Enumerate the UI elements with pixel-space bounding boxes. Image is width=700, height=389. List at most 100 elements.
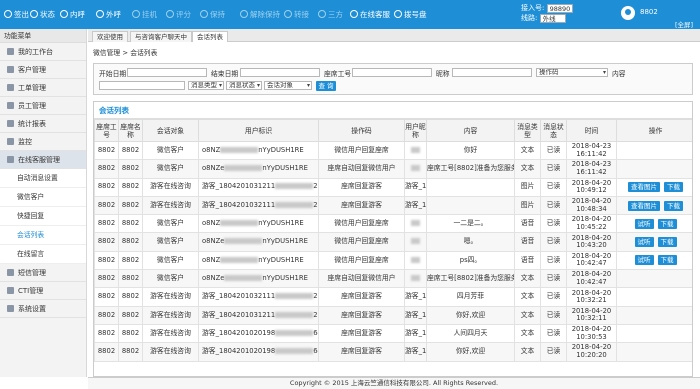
- table-header: 会话对象: [142, 119, 199, 142]
- content-cell: ps四。: [426, 250, 515, 271]
- download-button[interactable]: 下载: [664, 182, 683, 193]
- listen-button[interactable]: 试听: [634, 237, 654, 248]
- fullscreen-button[interactable]: [全屏]: [675, 19, 693, 29]
- sidebar-item-staff[interactable]: 员工管理: [0, 97, 86, 115]
- user-id-prefix: 游客_1804201020198: [202, 328, 276, 337]
- sidebar-item-ticket[interactable]: 工单管理: [0, 79, 86, 97]
- content-cell: 人间四月天: [426, 323, 515, 344]
- sidebar-item-online-service-mgmt[interactable]: 在线客服管理: [0, 151, 86, 169]
- download-button[interactable]: 下载: [664, 200, 683, 211]
- nickname-label: 昵称: [436, 70, 450, 78]
- action-code-cell: 微信用户回复座席: [318, 250, 405, 271]
- user-id-cell: 游客_1804201020198 64: [198, 342, 319, 362]
- table-cell: 8802: [94, 342, 119, 362]
- download-button[interactable]: 下载: [657, 218, 677, 229]
- toolbar-unhold-button[interactable]: 解除保持: [240, 9, 280, 21]
- download-button[interactable]: 下载: [657, 255, 677, 266]
- toolbar-three-way-button[interactable]: 三方: [318, 9, 343, 21]
- search-button[interactable]: 查 询: [316, 81, 336, 91]
- toolbar-dialpad-button[interactable]: 拨号盘: [394, 9, 427, 21]
- table-cell: 8802: [118, 323, 143, 344]
- user-avatar-icon[interactable]: [621, 6, 635, 20]
- user-id-prefix: 游客_1804201031211: [202, 182, 276, 191]
- time-cell: 2018-04-20 10:42:47: [566, 250, 617, 271]
- user-id-cell: o8NZe nYyDUSH1RE: [198, 232, 319, 252]
- sidebar-subitem[interactable]: 在线留言: [0, 245, 86, 264]
- toolbar-user-status-button[interactable]: 状态: [30, 9, 55, 21]
- content-input[interactable]: [99, 81, 185, 90]
- message-type-select[interactable]: 消息类型: [188, 81, 224, 90]
- message-status-cell: 已读: [540, 305, 567, 325]
- start-date-input[interactable]: [127, 68, 207, 77]
- table-header: 用户昵称: [404, 119, 427, 142]
- table-cell: 8802: [118, 140, 143, 161]
- user-id-cell: o8NZ nYyDUSH1RE: [198, 250, 319, 271]
- toolbar-hold-button[interactable]: 保持: [200, 9, 225, 21]
- sidebar-subitem[interactable]: 微信客户: [0, 188, 86, 207]
- listen-button[interactable]: 试听: [634, 255, 654, 266]
- toolbar-label: 状态: [40, 10, 55, 19]
- user-name[interactable]: 8802: [640, 8, 658, 16]
- session-table: 座席工号 座席名称 会话对象 用户标识 操作码 用户昵称 内容 消息类型 消息状态 时间 操作 88…: [94, 119, 692, 362]
- toolbar-rating-button[interactable]: 评分: [166, 9, 191, 21]
- nickname-cell: 游客_18: [404, 177, 427, 197]
- sidebar-subitem[interactable]: 会话列表: [0, 226, 86, 245]
- action-code-cell: 微信用户回复座席: [318, 140, 405, 161]
- table-cell: 8802: [118, 342, 143, 362]
- agent-id-input[interactable]: [352, 68, 432, 77]
- user-id-prefix: 游客_1804201031211: [202, 310, 276, 319]
- extension-select[interactable]: 98890: [546, 3, 573, 13]
- message-status-select[interactable]: 消息状态: [226, 81, 262, 90]
- content-cell: 你好: [426, 140, 515, 161]
- sidebar-item-report[interactable]: 统计报表: [0, 115, 86, 133]
- sidebar-subitem[interactable]: 自动消息设置: [0, 169, 86, 188]
- sidebar-item-label: 系统设置: [18, 305, 46, 313]
- sidebar-title: 功能菜单: [0, 29, 86, 43]
- action-code-select[interactable]: 操作码: [536, 68, 608, 77]
- toolbar-online-service-button[interactable]: 在线客服: [350, 9, 390, 21]
- toolbar-internal-call-button[interactable]: 内呼: [60, 9, 85, 21]
- toolbar-hangup-button[interactable]: 挂机: [132, 9, 157, 21]
- tab-bar: 欢迎使用 与咨询客户聊天中 会话列表: [88, 29, 700, 42]
- nickname-input[interactable]: [452, 68, 532, 77]
- tab-item[interactable]: 与咨询客户聊天中: [130, 31, 192, 42]
- table-cell: 8802: [118, 287, 143, 307]
- user-id-cell: o8NZ nYyDUSH1RE: [198, 140, 319, 161]
- filter-panel: 开始日期 结束日期 座席工号 昵称 操作码 内容 消息类型 消息状态 会话对象 …: [93, 63, 693, 95]
- sidebar-item-settings[interactable]: 系统设置: [0, 300, 86, 318]
- end-date-input[interactable]: [240, 68, 320, 77]
- user-id-suffix: 26: [313, 310, 318, 319]
- sidebar-item-sms[interactable]: 短信管理: [0, 264, 86, 282]
- toolbar-label: 外呼: [106, 10, 121, 19]
- download-button[interactable]: 下载: [657, 237, 677, 248]
- sidebar-item-customer[interactable]: 客户管理: [0, 61, 86, 79]
- line-select[interactable]: 外线: [539, 13, 566, 23]
- ticket-icon: [7, 84, 14, 91]
- sidebar-item-monitor[interactable]: 监控: [0, 133, 86, 151]
- sidebar-item-cti[interactable]: CTI管理: [0, 282, 86, 300]
- view-image-button[interactable]: 查看图片: [628, 200, 660, 211]
- toolbar-transfer-button[interactable]: 转接: [284, 9, 309, 21]
- session-list-panel: 会话列表 座席工号 座席名称 会话对象 用户标识 操作码 用户昵称 内容 消息类型 消息状态 时间…: [93, 101, 693, 377]
- toolbar-label: 保持: [210, 10, 225, 19]
- table-header: 消息类型: [514, 119, 541, 142]
- table-header: 操作码: [318, 119, 405, 142]
- sidebar-subitem[interactable]: 快捷回复: [0, 207, 86, 226]
- sidebar-item-workbench[interactable]: 我的工作台: [0, 43, 86, 61]
- action-code-cell: 座席回复游客: [318, 177, 405, 197]
- tab-item[interactable]: 会话列表: [192, 31, 228, 42]
- toolbar-outbound-call-button[interactable]: 外呼: [96, 9, 121, 21]
- listen-button[interactable]: 试听: [634, 218, 654, 229]
- table-row: 88028802游客在线咨询游客_180420103211126座席回复游客游客…: [94, 195, 692, 216]
- message-type-cell: 文本: [514, 159, 541, 179]
- redacted-block: [411, 274, 420, 281]
- toolbar-logout-button[interactable]: 签出: [4, 9, 29, 21]
- session-object-select[interactable]: 会话对象: [264, 81, 312, 90]
- redacted-block: [411, 220, 420, 227]
- user-id-suffix: nYyDUSH1RE: [258, 145, 304, 154]
- tab-item[interactable]: 欢迎使用: [92, 31, 128, 42]
- agent-id-label: 座席工号: [324, 70, 352, 78]
- view-image-button[interactable]: 查看图片: [628, 182, 660, 193]
- nickname-cell: [404, 214, 427, 234]
- content-cell: 座席工号[8802]准备为您服务: [426, 159, 515, 179]
